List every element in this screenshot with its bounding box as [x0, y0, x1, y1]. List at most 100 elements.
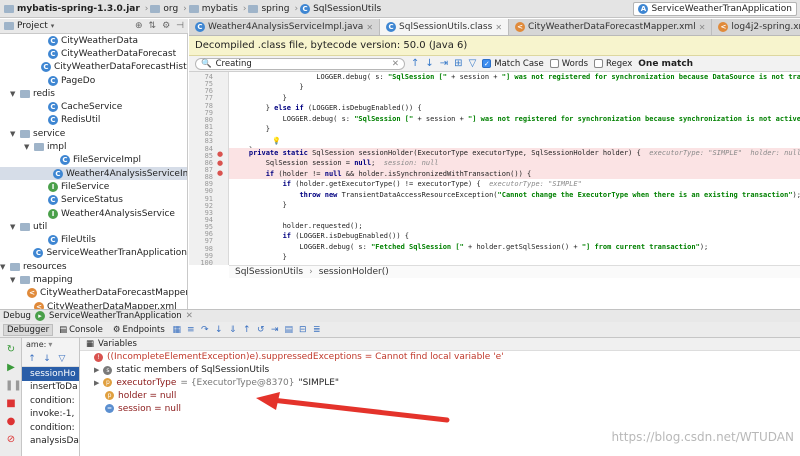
tree-item[interactable]: ▼ util: [0, 220, 187, 233]
tree-item-label: CityWeatherDataForecastHistory: [54, 62, 188, 73]
breadcrumb-class[interactable]: SqlSessionUtils: [235, 267, 303, 277]
editor-tab[interactable]: C Weather4AnalysisServiceImpl.java ✕: [189, 19, 381, 35]
crumb-mybatis[interactable]: mybatis: [188, 4, 238, 14]
close-icon[interactable]: ✕: [186, 311, 193, 321]
expand-arrow-icon[interactable]: ▼: [24, 143, 31, 151]
code-line: }: [232, 125, 270, 133]
frame-row[interactable]: sessionHo: [22, 367, 79, 381]
words-checkbox[interactable]: Words: [549, 59, 588, 69]
crumb-spring[interactable]: spring: [248, 4, 289, 14]
collapse-icon[interactable]: ⇅: [149, 21, 157, 31]
resume-icon[interactable]: ▶: [5, 362, 17, 374]
frame-row[interactable]: insertToDa: [22, 381, 79, 395]
evaluate-icon[interactable]: ▤: [283, 324, 295, 336]
breadcrumb-method[interactable]: sessionHolder(): [319, 267, 389, 277]
frame-row[interactable]: condition:: [22, 421, 79, 435]
breakpoint-icon[interactable]: ●: [217, 158, 223, 168]
match-case-checkbox[interactable]: ✓ Match Case: [482, 59, 544, 69]
tree-item[interactable]: C CityWeatherData: [0, 34, 187, 47]
frame-row[interactable]: condition:: [22, 394, 79, 408]
tree-item[interactable]: C Weather4AnalysisServiceImpl: [0, 166, 187, 181]
intention-bulb-icon[interactable]: 💡: [272, 136, 281, 146]
tree-item[interactable]: C CityWeatherDataForecast: [0, 47, 187, 60]
previous-occurrence-icon[interactable]: ↑: [411, 58, 419, 69]
gear-icon[interactable]: ⚙: [162, 21, 170, 31]
rerun-icon[interactable]: ↻: [5, 344, 17, 356]
variable-row-error[interactable]: ! ((IncompleteElementException)e).suppres…: [80, 351, 800, 364]
jar-crumb[interactable]: mybatis-spring-1.3.0.jar: [4, 4, 140, 14]
tree-item[interactable]: C RedisUtil: [0, 114, 187, 127]
tab-debugger[interactable]: Debugger: [3, 323, 54, 336]
tree-item[interactable]: ▼ service: [0, 127, 187, 140]
step-out-icon[interactable]: ↑: [241, 324, 253, 336]
project-title[interactable]: Project: [17, 21, 48, 31]
filter-icon[interactable]: ▽: [56, 353, 68, 365]
expand-icon[interactable]: ▶: [94, 379, 99, 387]
step-over-icon[interactable]: ↷: [199, 324, 211, 336]
tree-item[interactable]: C FileUtils: [0, 233, 187, 246]
down-icon[interactable]: ↓: [41, 353, 53, 365]
pause-icon[interactable]: ❚❚: [5, 380, 22, 392]
up-icon[interactable]: ↑: [26, 353, 38, 365]
step-into-icon[interactable]: ↓: [213, 324, 225, 336]
close-tab-icon[interactable]: ✕: [366, 23, 373, 32]
tree-item[interactable]: C CityWeatherDataForecastHistory: [0, 61, 187, 74]
find-all-icon[interactable]: ⇥: [440, 58, 448, 69]
tree-item[interactable]: ▼ impl: [0, 140, 187, 153]
stop-icon[interactable]: ■: [5, 398, 17, 410]
search-input[interactable]: 🔍 Creating ✕: [195, 57, 405, 70]
tree-item[interactable]: C ServiceWeatherTranApplication: [0, 247, 187, 260]
settings-icon[interactable]: ≣: [311, 324, 323, 336]
next-occurrence-icon[interactable]: ↓: [425, 58, 433, 69]
variable-row-static[interactable]: ▶ s static members of SqlSessionUtils: [80, 364, 800, 377]
trace-icon[interactable]: ⊟: [297, 324, 309, 336]
expand-arrow-icon[interactable]: ▼: [10, 223, 17, 231]
show-execution-point-icon[interactable]: ≡: [185, 324, 197, 336]
editor-tab[interactable]: <log4j2-spring.xml✕: [712, 19, 800, 35]
clear-icon[interactable]: ✕: [392, 59, 399, 69]
tree-item[interactable]: C ServiceStatus: [0, 194, 187, 207]
frame-row[interactable]: invoke:-1,: [22, 408, 79, 422]
editor-tab[interactable]: C SqlSessionUtils.class ✕: [380, 19, 510, 35]
expand-arrow-icon[interactable]: ▼: [10, 130, 17, 138]
editor-gutter[interactable]: 74 75 76 77 78 79 80 81 82 83 84 85 86 87 88 89 90 91 92 93…: [189, 72, 229, 267]
debug-config-tab[interactable]: ServiceWeatherTranApplication: [49, 311, 182, 321]
tree-item[interactable]: <CityWeatherDataForecastMapper.xml: [0, 287, 187, 300]
run-to-cursor-icon[interactable]: ⇥: [269, 324, 281, 336]
code-editor[interactable]: LOGGER.debug( s: "SqlSession [" + sessio…: [229, 72, 800, 265]
run-config-selector[interactable]: A ServiceWeatherTranApplication: [633, 2, 797, 16]
tree-item[interactable]: ▼ resources: [0, 260, 187, 273]
tree-item[interactable]: I Weather4AnalysisService: [0, 207, 187, 220]
close-tab-icon[interactable]: ✕: [699, 23, 706, 32]
globe-icon[interactable]: ⊕: [135, 21, 143, 31]
tree-item[interactable]: ▼ mapping: [0, 273, 187, 286]
tree-item[interactable]: < CityWeatherDataMapper.xml: [0, 300, 187, 309]
breakpoint-icon[interactable]: ●: [217, 168, 223, 178]
expand-arrow-icon[interactable]: ▼: [10, 276, 17, 284]
tree-item[interactable]: C CacheService: [0, 100, 187, 113]
view-breakpoints-icon[interactable]: ●: [5, 416, 17, 428]
select-all-icon[interactable]: ⊞: [454, 58, 462, 69]
tab-endpoints[interactable]: ⚙ Endpoints: [109, 324, 169, 336]
expand-arrow-icon[interactable]: ▼: [10, 90, 17, 98]
close-tab-icon[interactable]: ✕: [495, 23, 502, 32]
editor-tab[interactable]: < CityWeatherDataForecastMapper.xml ✕: [509, 19, 713, 35]
layout-icon[interactable]: ▦: [171, 324, 183, 336]
filter-icon[interactable]: ▽: [469, 58, 477, 69]
variable-row-executortype[interactable]: ▶ p executorType = {ExecutorType@8370} "SI…: [80, 377, 800, 390]
mute-breakpoints-icon[interactable]: ⊘: [5, 434, 17, 446]
regex-checkbox[interactable]: Regex: [594, 59, 632, 69]
tab-console[interactable]: ▤ Console: [55, 324, 107, 336]
tree-item[interactable]: ▼ redis: [0, 87, 187, 100]
crumb-org[interactable]: org: [150, 4, 178, 14]
tree-item[interactable]: C PageDo: [0, 74, 187, 87]
expand-arrow-icon[interactable]: ▼: [0, 263, 7, 271]
hide-icon[interactable]: ⊣: [176, 21, 184, 31]
frame-row[interactable]: analysisDa: [22, 435, 79, 449]
expand-icon[interactable]: ▶: [94, 366, 99, 374]
tree-item[interactable]: C FileServiceImpl: [0, 154, 187, 167]
force-step-into-icon[interactable]: ⇓: [227, 324, 239, 336]
crumb-sqlsessionutils[interactable]: C SqlSessionUtils: [300, 3, 381, 14]
tree-item[interactable]: I FileService: [0, 180, 187, 193]
drop-frame-icon[interactable]: ↺: [255, 324, 267, 336]
